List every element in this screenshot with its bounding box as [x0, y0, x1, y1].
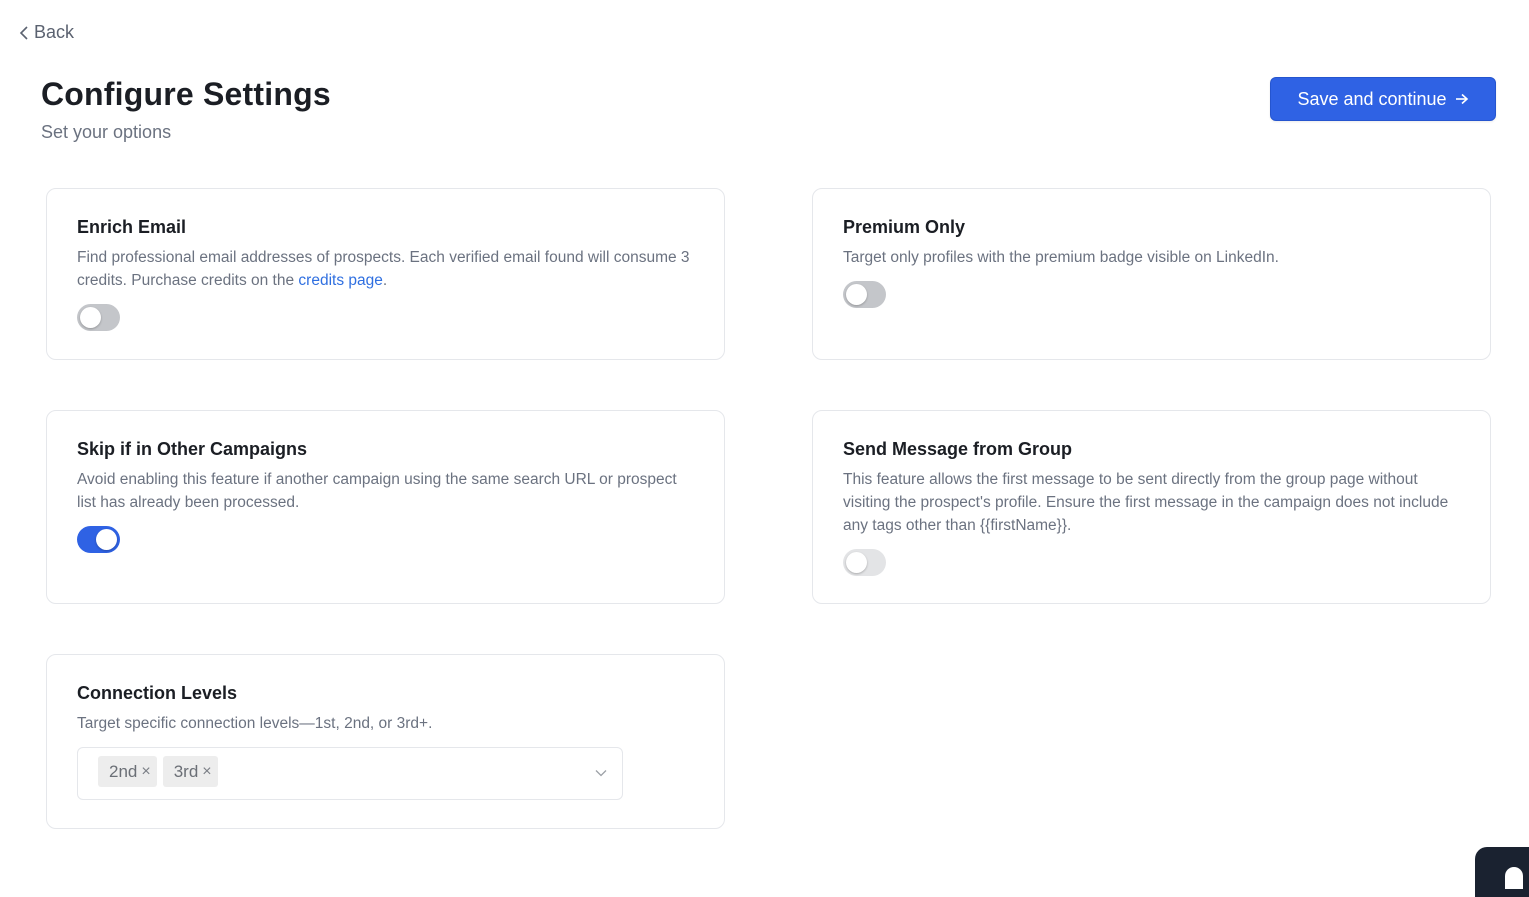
- premium-only-description: Target only profiles with the premium ba…: [843, 249, 1279, 266]
- toggle-knob: [846, 284, 867, 305]
- toggle-knob: [846, 552, 867, 573]
- send-from-group-description: This feature allows the first message to…: [843, 471, 1449, 534]
- send-from-group-card: Send Message from Group This feature all…: [812, 410, 1491, 604]
- toggle-knob: [80, 307, 101, 328]
- connection-levels-title: Connection Levels: [77, 683, 238, 703]
- back-link[interactable]: Back: [18, 22, 74, 43]
- chat-icon: [1505, 867, 1523, 889]
- chat-widget-button[interactable]: [1475, 847, 1529, 897]
- enrich-email-title: Enrich Email: [77, 217, 187, 237]
- chevron-down-icon[interactable]: [594, 766, 608, 780]
- premium-only-toggle[interactable]: [843, 281, 886, 308]
- save-and-continue-button[interactable]: Save and continue: [1270, 77, 1496, 121]
- page-subtitle: Set your options: [41, 122, 172, 142]
- back-label: Back: [34, 22, 75, 42]
- chip-label: 2nd: [109, 761, 138, 781]
- arrow-right-icon: [1455, 93, 1468, 105]
- premium-only-title: Premium Only: [843, 217, 966, 237]
- remove-chip-icon[interactable]: ×: [141, 763, 150, 781]
- skip-other-campaigns-toggle[interactable]: [77, 526, 120, 553]
- connection-levels-select[interactable]: 2nd × 3rd ×: [77, 747, 623, 800]
- remove-chip-icon[interactable]: ×: [202, 763, 211, 781]
- save-button-label: Save and continue: [1297, 88, 1447, 109]
- enrich-email-card: Enrich Email Find professional email add…: [46, 188, 725, 360]
- credits-page-link[interactable]: credits page: [298, 272, 382, 289]
- connection-level-chip: 3rd ×: [162, 756, 218, 787]
- connection-levels-card: Connection Levels Target specific connec…: [46, 654, 725, 829]
- enrich-email-description: Find professional email addresses of pro…: [77, 246, 694, 292]
- skip-other-campaigns-card: Skip if in Other Campaigns Avoid enablin…: [46, 410, 725, 604]
- chip-label: 3rd: [173, 761, 199, 781]
- send-from-group-toggle[interactable]: [843, 549, 886, 576]
- send-from-group-title: Send Message from Group: [843, 439, 1073, 459]
- connection-level-chip: 2nd ×: [98, 756, 157, 787]
- toggle-knob: [96, 529, 117, 550]
- premium-only-card: Premium Only Target only profiles with t…: [812, 188, 1491, 360]
- connection-levels-description: Target specific connection levels—1st, 2…: [77, 715, 433, 732]
- enrich-email-toggle[interactable]: [77, 304, 120, 331]
- skip-other-campaigns-title: Skip if in Other Campaigns: [77, 439, 308, 459]
- chevron-left-icon: [19, 25, 28, 40]
- page-title: Configure Settings: [41, 76, 331, 112]
- skip-other-campaigns-description: Avoid enabling this feature if another c…: [77, 471, 677, 511]
- enrich-email-description-end: .: [382, 272, 388, 289]
